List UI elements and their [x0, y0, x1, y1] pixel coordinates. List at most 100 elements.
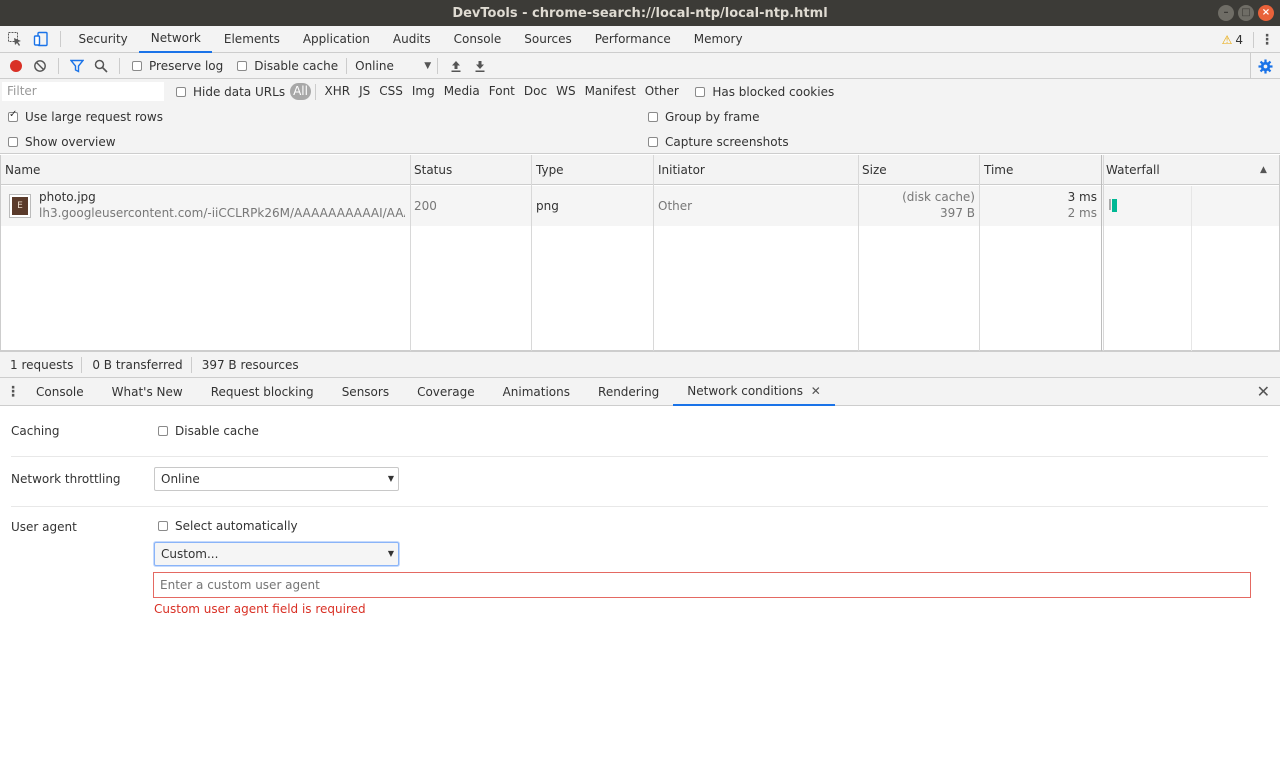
- warnings-badge[interactable]: ⚠ 4: [1222, 33, 1253, 47]
- filter-toggle-button[interactable]: [65, 54, 89, 78]
- filter-type-media[interactable]: Media: [439, 83, 484, 100]
- record-button[interactable]: [4, 54, 28, 78]
- drawer-tab-sensors[interactable]: Sensors: [328, 378, 403, 406]
- maximize-button[interactable]: □: [1238, 5, 1254, 21]
- tab-application[interactable]: Application: [291, 26, 381, 53]
- tab-sources[interactable]: Sources: [513, 26, 583, 53]
- drawer-tab-coverage[interactable]: Coverage: [403, 378, 489, 406]
- filter-type-xhr[interactable]: XHR: [320, 83, 355, 100]
- waterfall-bar: [1109, 199, 1111, 210]
- chevron-down-icon: ▼: [387, 474, 394, 483]
- tab-security[interactable]: Security: [67, 26, 139, 53]
- hide-data-urls-checkbox[interactable]: Hide data URLs: [176, 85, 285, 99]
- drawer-tab-request-blocking[interactable]: Request blocking: [197, 378, 328, 406]
- chevron-down-icon: ▼: [424, 60, 432, 71]
- filter-type-ws[interactable]: WS: [552, 83, 580, 100]
- gear-icon: [1258, 58, 1273, 74]
- requests-table: Name Status Type Initiator Size Time Wat…: [0, 155, 1280, 351]
- filter-icon: [70, 59, 84, 73]
- device-toolbar-icon[interactable]: [28, 26, 54, 52]
- tab-memory[interactable]: Memory: [682, 26, 754, 53]
- column-header-type[interactable]: Type: [536, 155, 564, 185]
- drawer-tab-console[interactable]: Console: [26, 378, 98, 406]
- filter-input[interactable]: Filter: [2, 82, 164, 101]
- request-time: 3 ms: [1067, 190, 1097, 204]
- column-header-name[interactable]: Name: [5, 155, 40, 185]
- column-header-time[interactable]: Time: [984, 155, 1013, 185]
- large-rows-checkbox[interactable]: Use large request rows: [8, 109, 163, 124]
- drawer-tab-rendering[interactable]: Rendering: [584, 378, 673, 406]
- warnings-count: 4: [1235, 32, 1243, 47]
- request-name: photo.jpg: [39, 190, 96, 204]
- column-header-initiator[interactable]: Initiator: [658, 155, 705, 185]
- search-icon: [94, 59, 108, 73]
- group-by-frame-checkbox[interactable]: Group by frame: [648, 110, 759, 124]
- drawer-menu-icon[interactable]: ⋮: [0, 384, 26, 400]
- request-status: 200: [414, 199, 437, 213]
- export-har-button[interactable]: [468, 54, 492, 78]
- column-header-size[interactable]: Size: [862, 155, 887, 185]
- clear-icon: [34, 59, 46, 72]
- network-toolbar: Preserve log Disable cache Online ▼: [0, 53, 1280, 79]
- request-url: lh3.googleusercontent.com/-iiCCLRPk26M/A…: [39, 206, 405, 220]
- capture-screenshots-checkbox[interactable]: Capture screenshots: [648, 135, 789, 149]
- has-blocked-cookies-checkbox[interactable]: Has blocked cookies: [695, 85, 834, 99]
- column-header-status[interactable]: Status: [414, 155, 452, 185]
- tab-performance[interactable]: Performance: [583, 26, 682, 53]
- preserve-log-checkbox[interactable]: Preserve log: [132, 59, 223, 73]
- tab-console[interactable]: Console: [442, 26, 513, 53]
- main-tabbar: Security Network Elements Application Au…: [0, 26, 1280, 53]
- select-automatically-checkbox[interactable]: Select automatically: [158, 519, 298, 533]
- drawer-tabbar: ⋮ Console What's New Request blocking Se…: [0, 378, 1280, 406]
- show-overview-checkbox[interactable]: Show overview: [8, 135, 116, 149]
- user-agent-select[interactable]: Custom... ▼: [154, 542, 399, 566]
- filter-type-doc[interactable]: Doc: [519, 83, 551, 100]
- disable-cache-checkbox[interactable]: Disable cache: [237, 59, 338, 73]
- close-drawer-icon[interactable]: ✕: [1257, 378, 1270, 406]
- filter-type-js[interactable]: JS: [355, 83, 375, 100]
- drawer-tab-network-conditions[interactable]: Network conditions ✕: [673, 378, 835, 406]
- window-title: DevTools - chrome-search://local-ntp/loc…: [452, 5, 828, 21]
- filter-type-all[interactable]: All: [290, 83, 311, 100]
- user-agent-label: User agent: [11, 520, 77, 534]
- tab-audits[interactable]: Audits: [381, 26, 442, 53]
- nc-disable-cache-checkbox[interactable]: Disable cache: [158, 424, 259, 438]
- import-har-button[interactable]: [444, 54, 468, 78]
- search-button[interactable]: [89, 54, 113, 78]
- upload-icon: [451, 60, 461, 72]
- column-header-waterfall[interactable]: Waterfall: [1106, 155, 1160, 185]
- close-window-button[interactable]: ×: [1258, 5, 1274, 21]
- file-type-icon: E: [9, 194, 31, 218]
- inspect-element-icon[interactable]: [2, 26, 28, 52]
- table-row[interactable]: E photo.jpg lh3.googleusercontent.com/-i…: [1, 186, 1279, 226]
- request-size: 397 B: [940, 206, 975, 220]
- more-options-icon[interactable]: ⋮: [1254, 32, 1280, 48]
- user-agent-error: Custom user agent field is required: [154, 602, 366, 616]
- filter-type-manifest[interactable]: Manifest: [580, 83, 640, 100]
- filter-bar: Filter Hide data URLs All XHR JS CSS Img…: [0, 79, 1280, 104]
- drawer-tab-whats-new[interactable]: What's New: [98, 378, 197, 406]
- nc-throttling-select[interactable]: Online ▼: [154, 467, 399, 491]
- clear-button[interactable]: [28, 54, 52, 78]
- minimize-button[interactable]: –: [1218, 5, 1234, 21]
- window-titlebar: DevTools - chrome-search://local-ntp/loc…: [0, 0, 1280, 26]
- filter-type-img[interactable]: Img: [407, 83, 439, 100]
- tab-network[interactable]: Network: [139, 26, 213, 53]
- table-header: Name Status Type Initiator Size Time Wat…: [1, 155, 1279, 185]
- network-settings-pane: Use large request rows Show overview Gro…: [0, 104, 1280, 154]
- network-settings-button[interactable]: [1250, 53, 1280, 79]
- chevron-down-icon: ▼: [387, 549, 394, 558]
- custom-user-agent-input[interactable]: Enter a custom user agent: [153, 572, 1251, 598]
- throttling-select[interactable]: Online ▼: [355, 59, 431, 73]
- request-type: png: [536, 199, 559, 213]
- filter-type-css[interactable]: CSS: [375, 83, 408, 100]
- waterfall-bar: [1112, 199, 1117, 212]
- close-tab-icon[interactable]: ✕: [811, 384, 821, 398]
- filter-type-font[interactable]: Font: [484, 83, 519, 100]
- drawer-tab-animations[interactable]: Animations: [489, 378, 584, 406]
- network-conditions-panel: Caching Disable cache Network throttling…: [0, 406, 1280, 758]
- summary-transferred: 0 B transferred: [92, 357, 183, 372]
- tab-elements[interactable]: Elements: [212, 26, 291, 53]
- filter-type-other[interactable]: Other: [640, 83, 683, 100]
- throttling-label: Network throttling: [11, 472, 121, 486]
